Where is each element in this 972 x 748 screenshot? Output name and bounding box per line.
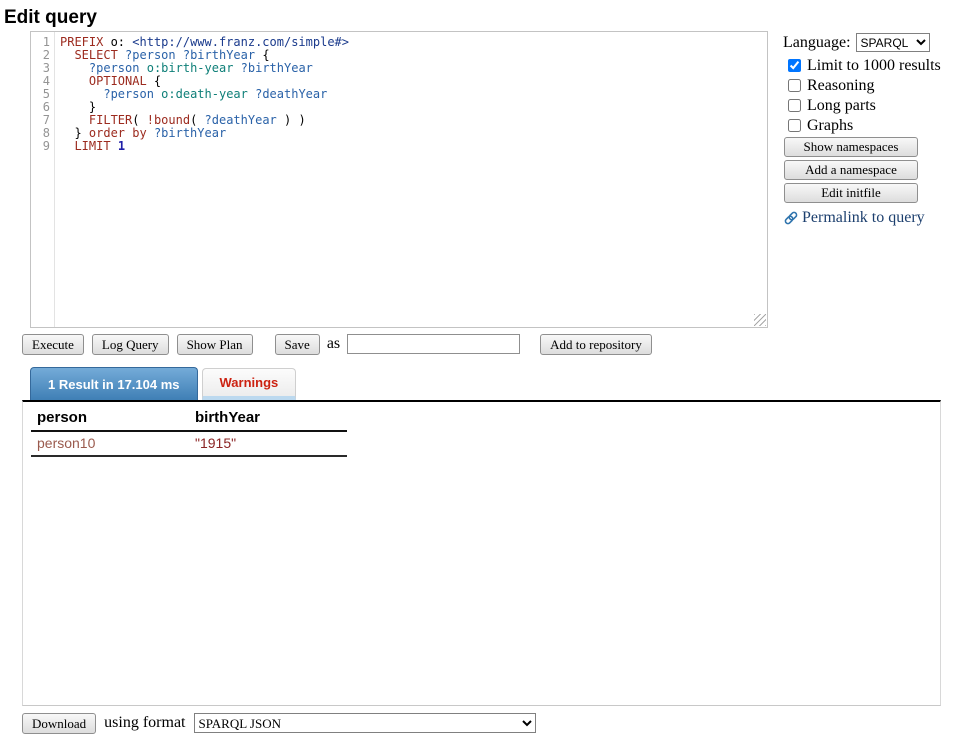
graphs-checkbox[interactable]: [788, 119, 801, 132]
code-token: [60, 74, 89, 88]
code-token: LIMIT: [74, 139, 110, 153]
tab-1-result-in-17-104-ms[interactable]: 1 Result in 17.104 ms: [30, 367, 198, 400]
line-number: 9: [31, 140, 50, 153]
code-token: [60, 48, 74, 62]
language-row: Language: SPARQL: [783, 32, 955, 53]
code-token: [147, 126, 154, 140]
limit-to-1000-results-checkbox[interactable]: [788, 59, 801, 72]
option-label: Reasoning: [807, 77, 875, 95]
editor-gutter: 123456789: [31, 32, 55, 327]
code-token: {: [255, 48, 269, 62]
column-header-person: person: [31, 407, 189, 431]
results-panel: personbirthYear person10"1915": [22, 400, 941, 706]
code-token: <http://www.franz.com/simple#>: [132, 35, 349, 49]
code-line: ?person o:birth-year ?birthYear: [60, 62, 767, 75]
code-line: } order by ?birthYear: [60, 127, 767, 140]
using-format-label: using format: [104, 714, 185, 732]
code-token: order by: [89, 126, 147, 140]
execute-button[interactable]: Execute: [22, 334, 84, 355]
editor-resize-handle[interactable]: [754, 314, 766, 326]
language-label: Language:: [783, 34, 851, 52]
editor-code[interactable]: PREFIX o: <http://www.franz.com/simple#>…: [55, 32, 767, 327]
show-plan-button[interactable]: Show Plan: [177, 334, 253, 355]
options-list: Limit to 1000 results Reasoning Long parts…: [783, 57, 955, 134]
code-token: o:birth-year: [147, 61, 234, 75]
result-resource-cell[interactable]: person10: [31, 431, 189, 456]
code-token: (: [190, 113, 204, 127]
code-token: ?person: [103, 87, 154, 101]
code-token: ?person: [125, 48, 176, 62]
column-header-birthyear: birthYear: [189, 407, 347, 431]
permalink-icon: [783, 210, 799, 226]
code-token: }: [60, 100, 96, 114]
option-long-parts: Long parts: [788, 97, 955, 114]
code-token: ?person: [89, 61, 140, 75]
results-table: personbirthYear person10"1915": [31, 407, 347, 457]
header-row: personbirthYear: [31, 407, 347, 431]
download-button[interactable]: Download: [22, 713, 96, 734]
query-options-sidebar: Language: SPARQL Limit to 1000 results Re…: [783, 32, 955, 227]
query-editor[interactable]: 123456789 PREFIX o: <http://www.franz.co…: [30, 31, 768, 328]
save-button[interactable]: Save: [275, 334, 320, 355]
code-line: ?person o:death-year ?deathYear: [60, 88, 767, 101]
code-token: o:: [103, 35, 132, 49]
code-token: PREFIX: [60, 35, 103, 49]
save-as-label: as: [327, 335, 340, 353]
code-token: {: [147, 74, 161, 88]
code-token: [233, 61, 240, 75]
save-as-input[interactable]: [347, 334, 520, 354]
add-to-repository-button[interactable]: Add to repository: [540, 334, 652, 355]
option-label: Limit to 1000 results: [807, 57, 941, 75]
code-token: (: [132, 113, 146, 127]
log-query-button[interactable]: Log Query: [92, 334, 169, 355]
results-table-body: person10"1915": [31, 431, 347, 456]
result-tabs: 1 Result in 17.104 msWarnings: [30, 367, 941, 400]
code-token: [60, 87, 103, 101]
format-select[interactable]: SPARQL JSON: [194, 713, 536, 733]
result-literal-cell: "1915": [189, 431, 347, 456]
code-token: ?deathYear: [205, 113, 277, 127]
page-title: Edit query: [0, 0, 972, 31]
permalink-link[interactable]: Permalink to query: [783, 209, 955, 227]
table-row: person10"1915": [31, 431, 347, 456]
sidebar-buttons: Show namespaces Add a namespace Edit initf…: [783, 137, 955, 203]
code-token: [60, 113, 89, 127]
code-token: [176, 48, 183, 62]
tab-warnings[interactable]: Warnings: [202, 368, 297, 400]
add-a-namespace-button[interactable]: Add a namespace: [784, 160, 918, 180]
long-parts-checkbox[interactable]: [788, 99, 801, 112]
language-select[interactable]: SPARQL: [856, 33, 930, 52]
option-label: Long parts: [807, 97, 876, 115]
results-table-head: personbirthYear: [31, 407, 347, 431]
code-token: ?birthYear: [241, 61, 313, 75]
permalink-label: Permalink to query: [802, 209, 925, 227]
reasoning-checkbox[interactable]: [788, 79, 801, 92]
code-token: SELECT: [74, 48, 117, 62]
code-token: [118, 48, 125, 62]
option-graphs: Graphs: [788, 117, 955, 134]
code-token: [60, 139, 74, 153]
code-token: FILTER: [89, 113, 132, 127]
code-token: !bound: [147, 113, 190, 127]
code-token: OPTIONAL: [89, 74, 147, 88]
option-reasoning: Reasoning: [788, 77, 955, 94]
code-token: ?birthYear: [183, 48, 255, 62]
query-toolbar: Execute Log Query Show Plan Save as Add …: [22, 333, 941, 355]
code-line: LIMIT 1: [60, 140, 767, 153]
option-label: Graphs: [807, 117, 853, 135]
show-namespaces-button[interactable]: Show namespaces: [784, 137, 918, 157]
code-token: [111, 139, 118, 153]
code-token: }: [60, 126, 89, 140]
code-token: ?deathYear: [255, 87, 327, 101]
code-token: ) ): [277, 113, 306, 127]
code-token: ?birthYear: [154, 126, 226, 140]
option-limit-to-1000-results: Limit to 1000 results: [788, 57, 955, 74]
code-token: o:death-year: [161, 87, 248, 101]
code-token: [60, 61, 89, 75]
download-bar: Download using format SPARQL JSON: [22, 712, 941, 734]
code-token: [139, 61, 146, 75]
edit-initfile-button[interactable]: Edit initfile: [784, 183, 918, 203]
code-token: 1: [118, 139, 125, 153]
